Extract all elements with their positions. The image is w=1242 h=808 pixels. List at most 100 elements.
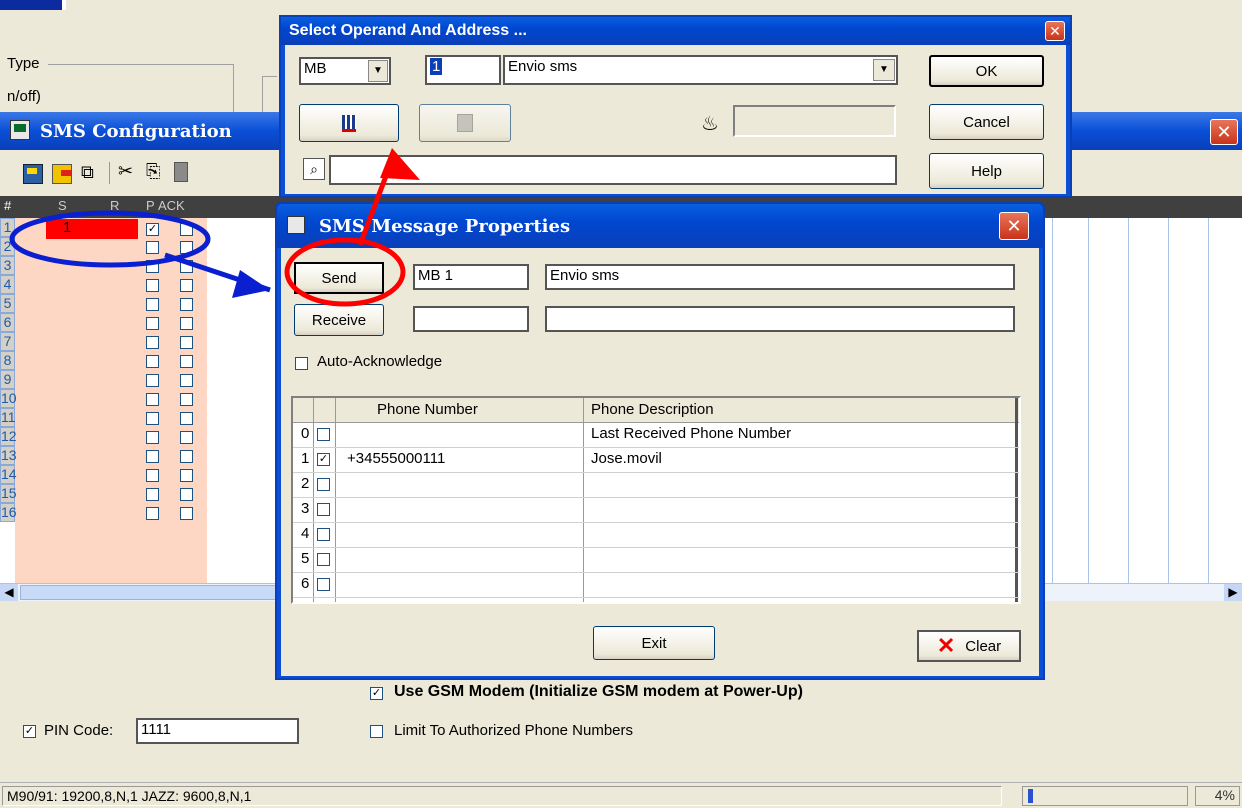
- operand-address-input[interactable]: 1: [425, 55, 501, 85]
- hscroll-right-arrow[interactable]: ▶: [1224, 584, 1242, 601]
- cut-icon[interactable]: ✂: [118, 162, 136, 180]
- operand-description-select[interactable]: Envio sms ▼: [503, 55, 898, 85]
- grid-row-ack-checkbox[interactable]: [180, 507, 193, 520]
- grid-row-p-checkbox[interactable]: [146, 507, 159, 520]
- operand-calc-button[interactable]: [419, 104, 511, 142]
- grid-row-ack-checkbox[interactable]: [180, 431, 193, 444]
- phone-description-cell[interactable]: Last Received Phone Number: [587, 425, 1007, 442]
- grid-row-p-checkbox[interactable]: [146, 469, 159, 482]
- grid-row-p-checkbox[interactable]: [146, 279, 159, 292]
- ok-button[interactable]: OK: [929, 55, 1044, 87]
- grid-row-number[interactable]: 12: [0, 427, 17, 446]
- grid-row-ack-checkbox[interactable]: [180, 317, 193, 330]
- receive-button[interactable]: Receive: [294, 304, 384, 336]
- grid-row-number[interactable]: 10: [0, 389, 17, 408]
- grid-row-p-checkbox[interactable]: [146, 336, 159, 349]
- phone-row-checkbox[interactable]: [317, 528, 330, 541]
- grid-row-number[interactable]: 7: [0, 332, 15, 351]
- phone-row-divider: [293, 497, 1019, 498]
- chevron-down-icon[interactable]: ▼: [873, 59, 895, 81]
- phone-row-checkbox[interactable]: [317, 578, 330, 591]
- grid-row-ack-checkbox[interactable]: [180, 298, 193, 311]
- operand-readonly-field: [733, 105, 896, 137]
- grid-row-number[interactable]: 1: [0, 218, 15, 237]
- grid-row-ack-checkbox[interactable]: [180, 336, 193, 349]
- use-gsm-checkbox[interactable]: ✓: [370, 687, 383, 700]
- cancel-button[interactable]: Cancel: [929, 104, 1044, 140]
- phone-row-checkbox[interactable]: [317, 428, 330, 441]
- receive-operand-field: [413, 306, 529, 332]
- stack-icon[interactable]: ⧉: [81, 163, 99, 181]
- grid-row-ack-checkbox[interactable]: [180, 260, 193, 273]
- grid-row-ack-checkbox[interactable]: [180, 279, 193, 292]
- grid-row-ack-checkbox[interactable]: [180, 355, 193, 368]
- grid-row-number[interactable]: 6: [0, 313, 15, 332]
- exit-button[interactable]: Exit: [593, 626, 715, 660]
- grid-row-ack-checkbox[interactable]: [180, 469, 193, 482]
- phone-row-index: 1: [301, 450, 310, 467]
- grid-row-p-checkbox[interactable]: [146, 431, 159, 444]
- grid-row-number[interactable]: 3: [0, 256, 15, 275]
- operand-dialog-title: Select Operand And Address ...: [289, 22, 527, 39]
- grid-row-p-checkbox[interactable]: [146, 488, 159, 501]
- operand-list-button[interactable]: [299, 104, 399, 142]
- grid-row-ack-checkbox[interactable]: [180, 393, 193, 406]
- copy-icon[interactable]: ⎘: [146, 162, 164, 180]
- phone-row-checkbox[interactable]: [317, 478, 330, 491]
- grid-row-number[interactable]: 15: [0, 484, 17, 503]
- operand-search-input[interactable]: [329, 155, 897, 185]
- phone-row-checkbox[interactable]: [317, 553, 330, 566]
- grid-row-p-checkbox[interactable]: [146, 317, 159, 330]
- auto-acknowledge-checkbox[interactable]: [295, 357, 308, 370]
- help-button[interactable]: Help: [929, 153, 1044, 189]
- sms-props-close-button[interactable]: ✕: [999, 212, 1029, 240]
- grid-row-number[interactable]: 8: [0, 351, 15, 370]
- phone-row-divider: [293, 447, 1019, 448]
- grid-row-number[interactable]: 9: [0, 370, 15, 389]
- phone-number-cell[interactable]: +34555000111: [343, 450, 579, 467]
- grid-row-p-checkbox[interactable]: [146, 374, 159, 387]
- search-icon[interactable]: ⌕: [303, 158, 325, 180]
- grid-row-ack-checkbox[interactable]: [180, 374, 193, 387]
- progress-percent: 4%: [1214, 787, 1235, 803]
- grid-row-number[interactable]: 2: [0, 237, 15, 256]
- grid-row-number[interactable]: 13: [0, 446, 17, 465]
- hscroll-left-arrow[interactable]: ◀: [0, 584, 18, 601]
- grid-row-p-checkbox[interactable]: [146, 393, 159, 406]
- grid-row-ack-checkbox[interactable]: [180, 488, 193, 501]
- grid-row-number[interactable]: 11: [0, 408, 16, 427]
- sms-props-body: Send MB 1 Envio sms Receive Auto-Acknowl…: [281, 248, 1039, 676]
- paste-icon[interactable]: [174, 162, 188, 182]
- clear-button[interactable]: ✕ Clear: [917, 630, 1021, 662]
- grid-row-p-checkbox[interactable]: [146, 450, 159, 463]
- new-entry-icon[interactable]: [23, 164, 43, 184]
- grid-row-ack-checkbox[interactable]: [180, 241, 193, 254]
- operand-close-button[interactable]: ✕: [1045, 21, 1065, 41]
- limit-phones-checkbox[interactable]: [370, 725, 383, 738]
- pin-code-input[interactable]: 1111: [136, 718, 299, 744]
- grid-row-number[interactable]: 16: [0, 503, 17, 522]
- grid-row-p-checkbox[interactable]: [146, 412, 159, 425]
- grid-row-1-selected[interactable]: [46, 219, 138, 239]
- operand-type-select[interactable]: MB ▼: [299, 57, 391, 85]
- grid-row-ack-checkbox[interactable]: [180, 450, 193, 463]
- phone-row-checkbox[interactable]: [317, 503, 330, 516]
- grid-row-p-checkbox[interactable]: [146, 298, 159, 311]
- phone-description-cell[interactable]: Jose.movil: [587, 450, 1007, 467]
- grid-row-number[interactable]: 14: [0, 465, 17, 484]
- pin-code-checkbox[interactable]: ✓: [23, 725, 36, 738]
- grid-row-number[interactable]: 4: [0, 275, 15, 294]
- chevron-down-icon[interactable]: ▼: [368, 60, 388, 82]
- sms-config-title: SMS Configuration: [40, 121, 232, 142]
- grid-row-1-ack-checkbox[interactable]: [180, 223, 193, 236]
- import-icon[interactable]: [52, 164, 72, 184]
- grid-row-ack-checkbox[interactable]: [180, 412, 193, 425]
- grid-row-1-p-checkbox[interactable]: ✓: [146, 223, 159, 236]
- send-button[interactable]: Send: [294, 262, 384, 294]
- grid-row-p-checkbox[interactable]: [146, 260, 159, 273]
- sms-config-close-button[interactable]: ✕: [1210, 119, 1238, 145]
- grid-row-number[interactable]: 5: [0, 294, 15, 313]
- grid-row-p-checkbox[interactable]: [146, 355, 159, 368]
- grid-row-p-checkbox[interactable]: [146, 241, 159, 254]
- phone-row-checkbox[interactable]: ✓: [317, 453, 330, 466]
